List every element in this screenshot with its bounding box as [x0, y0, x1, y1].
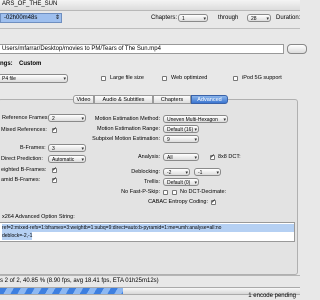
through-label: through [218, 15, 239, 21]
cabac-checkbox[interactable] [211, 198, 216, 205]
chevron-down-icon: ▾ [216, 170, 219, 176]
tab-advanced[interactable]: Advanced [191, 95, 228, 104]
x264-option-line2: deblock=-2,-1 [2, 232, 33, 240]
me-method-label: Motion Estimation Method: [94, 116, 160, 122]
tab-video-label: Video [76, 97, 91, 103]
web-optimized-checkbox[interactable] [162, 76, 167, 81]
chevron-down-icon: ▾ [81, 116, 84, 122]
no-fast-p-skip-label: No Fast-P-Skip: [121, 189, 160, 195]
time-stepper-icon[interactable]: ⇕ [55, 14, 60, 21]
me-method-value: Uneven Multi-Hexagon [167, 117, 218, 123]
tab-audio-subtitles[interactable]: Audio & Subtitles [94, 95, 153, 104]
x264-option-string-field[interactable]: ref=2:mixed-refs=1:bframes=3:weightb=1:s… [0, 222, 295, 242]
status-text: s 2 of 2, 40.85 % (8.90 fps, avg 18.41 f… [0, 278, 159, 284]
analysis-label: Analysis: [137, 154, 160, 160]
subpixel-label: Subpixel Motion Estimation: [92, 136, 160, 142]
destination-path-text: Users/mfarrar/Desktop/movies to PM/Tears… [2, 46, 161, 52]
chevron-down-icon: ▾ [266, 16, 269, 22]
chevron-down-icon: ▾ [81, 146, 84, 152]
subpixel-select[interactable]: 9 ▾ [163, 135, 199, 143]
pyramid-b-frames-checkbox[interactable] [52, 176, 57, 183]
direct-prediction-select[interactable]: Automatic ▾ [48, 155, 86, 163]
large-file-label: Large file size [110, 75, 144, 81]
divider [0, 28, 300, 29]
me-range-label: Motion Estimation Range: [97, 126, 160, 132]
trellis-select[interactable]: Default (0) ▾ [163, 178, 199, 186]
x264-option-line1: ref=2:mixed-refs=1:bframes=3:weightb=1:s… [2, 224, 294, 232]
encode-pending-text: 1 encode pending [248, 293, 296, 299]
time-value: -02h00m48s [4, 15, 38, 21]
b-frames-value: 3 [52, 146, 55, 152]
time-field[interactable]: -02h00m48s ⇕ [0, 13, 62, 23]
chapter-start-select[interactable]: 1 ▾ [178, 14, 208, 22]
chapter-end-value: 28 [251, 16, 257, 22]
chevron-down-icon: ▾ [81, 157, 84, 163]
chapter-end-select[interactable]: 28 ▾ [247, 14, 271, 22]
tab-video[interactable]: Video [73, 95, 94, 104]
chevron-down-icon: ▾ [194, 180, 197, 186]
chevron-down-icon: ▾ [203, 16, 206, 22]
format-value: P4 file [2, 76, 16, 82]
chevron-down-icon: ▾ [185, 170, 188, 176]
chevron-down-icon: ▾ [194, 155, 197, 161]
analysis-select[interactable]: All ▾ [163, 153, 199, 161]
weighted-b-frames-checkbox[interactable] [52, 166, 57, 173]
me-range-select[interactable]: Default (16) ▾ [163, 125, 199, 133]
mixed-references-label: Mixed References: [1, 127, 47, 133]
no-dct-decimate-label: No DCT-Decimate: [180, 189, 227, 195]
web-optimized-label: Web optimized [171, 75, 208, 81]
deblocking-alpha-select[interactable]: -2 ▾ [163, 168, 190, 176]
ipod-checkbox[interactable] [233, 76, 238, 81]
tab-chapters-label: Chapters [160, 97, 184, 103]
deblocking-alpha-value: -2 [167, 170, 172, 176]
subpixel-value: 9 [167, 137, 170, 143]
chevron-down-icon: ▾ [194, 127, 197, 133]
direct-prediction-value: Automatic [52, 157, 75, 163]
ipod-label: iPod 5G support [242, 75, 282, 81]
chapters-label: Chapters: [151, 15, 178, 21]
pyramid-b-frames-label: amid B-Frames: [1, 177, 41, 183]
tab-audio-label: Audio & Subtitles [102, 97, 145, 103]
tab-advanced-label: Advanced [197, 97, 222, 103]
no-dct-decimate-checkbox[interactable] [172, 190, 177, 195]
format-select[interactable]: P4 file ▾ [0, 74, 68, 83]
reference-frames-label: Reference Frames: [2, 115, 50, 121]
destination-path-field[interactable]: Users/mfarrar/Desktop/movies to PM/Tears… [0, 44, 284, 54]
no-fast-p-skip-checkbox[interactable] [163, 190, 168, 195]
x264-option-label: x264 Advanced Option String: [2, 214, 75, 220]
weighted-b-frames-label: eighted B-Frames: [1, 167, 47, 173]
mixed-references-checkbox[interactable] [52, 126, 57, 133]
b-frames-select[interactable]: 3 ▾ [48, 144, 86, 152]
chevron-down-icon: ▾ [194, 137, 197, 143]
chevron-down-icon: ▾ [223, 117, 226, 123]
analysis-value: All [167, 155, 173, 161]
settings-label: ngs: [0, 61, 13, 67]
b-frames-label: B-Frames: [20, 145, 46, 151]
large-file-checkbox[interactable] [101, 76, 106, 81]
trellis-label: Trellis: [144, 179, 160, 185]
source-title: ARS_OF_THE_SUN [2, 1, 58, 7]
settings-value: Custom [19, 61, 42, 67]
status-divider [0, 275, 300, 276]
browse-button[interactable] [287, 44, 307, 54]
chevron-down-icon: ▾ [63, 76, 66, 82]
direct-prediction-label: Direct Prediction: [1, 156, 43, 162]
deblocking-beta-select[interactable]: -1 ▾ [194, 168, 221, 176]
dct-8x8-label: 8x8 DCT: [218, 154, 241, 160]
me-range-value: Default (16) [167, 127, 194, 133]
progress-fill [0, 288, 123, 294]
deblocking-label: Deblocking: [131, 169, 160, 175]
reference-frames-value: 2 [52, 116, 55, 122]
duration-label: Duration: [276, 15, 301, 21]
dct-8x8-checkbox[interactable] [210, 153, 215, 160]
cabac-label: CABAC Entropy Coding: [148, 199, 208, 205]
trellis-value: Default (0) [167, 180, 191, 186]
reference-frames-select[interactable]: 2 ▾ [48, 114, 86, 122]
tab-chapters[interactable]: Chapters [153, 95, 191, 104]
me-method-select[interactable]: Uneven Multi-Hexagon ▾ [163, 115, 228, 123]
chapter-start-value: 1 [182, 16, 185, 22]
deblocking-beta-value: -1 [198, 170, 203, 176]
